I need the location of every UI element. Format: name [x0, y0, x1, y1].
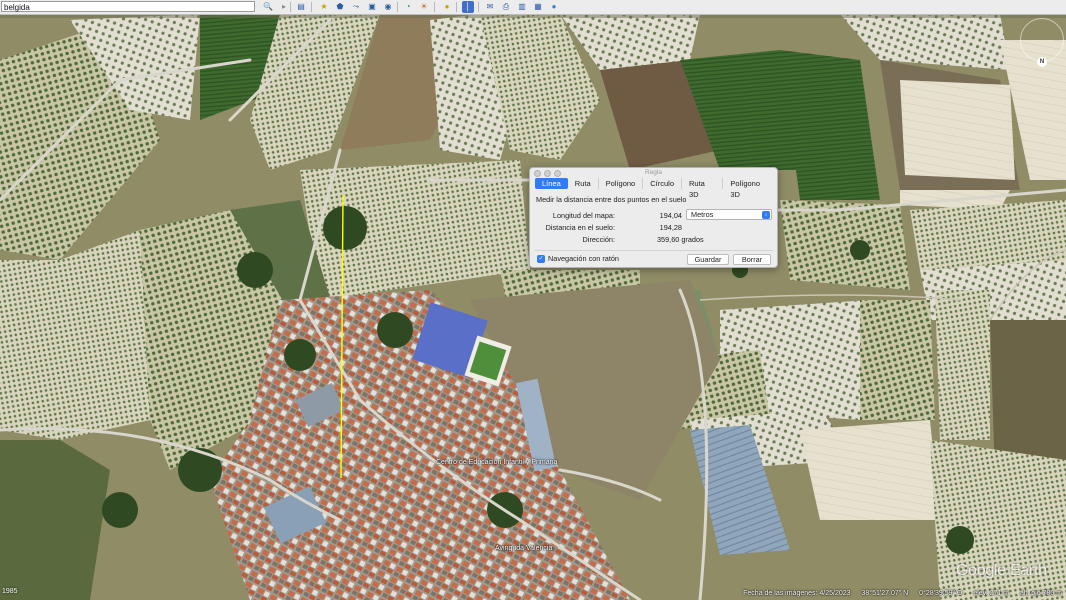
dialog-divider — [535, 250, 773, 251]
latitude: 38°51'27.07" N — [861, 590, 909, 597]
path-icon[interactable]: ⤳ — [350, 1, 362, 13]
imagery-date: Fecha de las imágenes: 4/25/2023 — [743, 590, 851, 597]
longitude: 0°28'39.59" O — [919, 590, 963, 597]
sidebar-toggle-icon[interactable]: ▤ — [295, 1, 307, 13]
polygon-icon[interactable]: ⬟ — [334, 1, 346, 13]
minimize-window-button[interactable] — [544, 170, 551, 177]
chevron-updown-icon: ↕ — [762, 211, 770, 219]
print-icon[interactable]: ⎙ — [500, 1, 512, 13]
map-label-street[interactable]: Avinguda Valencia — [495, 545, 552, 552]
earth-icon[interactable]: ● — [548, 1, 560, 13]
placemark-icon[interactable]: ★ — [318, 1, 330, 13]
mouse-navigation-label: Navegación con ratón — [548, 254, 619, 263]
unit-select[interactable]: Metros ↕ — [686, 209, 772, 220]
imagery-year: 1985 — [2, 588, 18, 595]
clear-button[interactable]: Borrar — [733, 254, 771, 265]
save-button[interactable]: Guardar — [687, 254, 729, 265]
toolbar-separator — [311, 2, 312, 12]
historical-imagery-icon[interactable]: ◔ — [402, 1, 414, 13]
tab-polygon[interactable]: Polígono — [599, 178, 644, 189]
toolbar-separator — [290, 2, 291, 12]
zoom-window-button[interactable] — [554, 170, 561, 177]
map-label-school[interactable]: Centro de Educación Infantil y Primaria — [436, 459, 557, 466]
status-bar: Fecha de las imágenes: 4/25/2023 38°51'2… — [734, 588, 1066, 600]
ruler-tabs: Línea Ruta Polígono Círculo Ruta 3D Polí… — [535, 178, 777, 199]
main-toolbar: belgida 🔍 ▸ ▤ ★ ⬟ ⤳ ▣ ◉ ◔ ☀ ● │ ✉ ⎙ ▥ ▦ … — [0, 0, 1066, 15]
google-earth-watermark: Google Earth — [956, 562, 1047, 579]
mouse-navigation-checkbox[interactable]: ✓ — [537, 255, 545, 263]
save-image-icon[interactable]: ▥ — [516, 1, 528, 13]
tab-path-3d[interactable]: Ruta 3D — [682, 178, 724, 199]
tab-line[interactable]: Línea — [535, 178, 568, 189]
ruler-icon[interactable]: │ — [462, 1, 474, 13]
planets-icon[interactable]: ● — [441, 1, 453, 13]
compass-north-marker[interactable]: N — [1037, 57, 1047, 67]
ruler-description: Medir la distancia entre dos puntos en e… — [536, 195, 687, 204]
close-window-button[interactable] — [534, 170, 541, 177]
toolbar-separator — [478, 2, 479, 12]
search-icon[interactable]: 🔍 — [262, 1, 274, 13]
dialog-titlebar[interactable]: Regla — [530, 168, 777, 178]
ruler-dialog: Regla Línea Ruta Polígono Círculo Ruta 3… — [529, 167, 778, 268]
toolbar-separator — [456, 2, 457, 12]
elevation: elev. 271 m — [973, 590, 1010, 597]
unit-select-value: Metros — [691, 210, 714, 219]
ground-distance-value: 194,28 — [659, 223, 682, 232]
record-tour-icon[interactable]: ◉ — [382, 1, 394, 13]
tab-path[interactable]: Ruta — [568, 178, 599, 189]
map-length-value: 194,04 — [659, 211, 682, 220]
search-input[interactable]: belgida — [1, 1, 255, 12]
eye-altitude: alt. ojo 780 m — [1019, 590, 1062, 597]
sunlight-icon[interactable]: ☀ — [418, 1, 430, 13]
measure-line — [340, 194, 344, 479]
dialog-title: Regla — [645, 169, 662, 176]
chevron-icon[interactable]: ▸ — [278, 1, 290, 13]
email-icon[interactable]: ✉ — [484, 1, 496, 13]
maps-icon[interactable]: ▦ — [532, 1, 544, 13]
image-overlay-icon[interactable]: ▣ — [366, 1, 378, 13]
ground-distance-label: Distancia en el suelo: — [545, 223, 615, 232]
tab-circle[interactable]: Círculo — [643, 178, 682, 189]
map-length-label: Longitud del mapa: — [552, 211, 615, 220]
compass[interactable]: N — [1020, 18, 1064, 67]
heading-value: 359,60 grados — [657, 235, 704, 244]
toolbar-separator — [397, 2, 398, 12]
tab-polygon-3d[interactable]: Polígono 3D — [723, 178, 777, 199]
heading-label: Dirección: — [582, 235, 615, 244]
toolbar-separator — [434, 2, 435, 12]
